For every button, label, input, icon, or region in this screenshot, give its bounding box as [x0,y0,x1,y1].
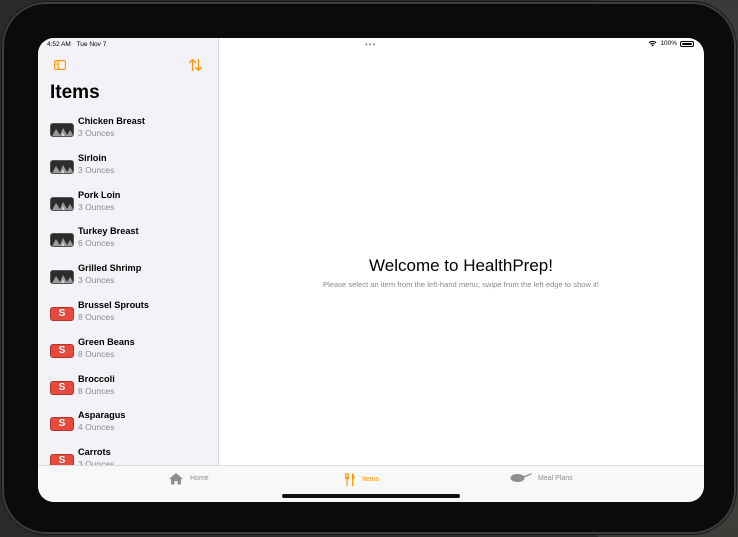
list-item[interactable]: Grilled Shrimp 3 Ounces [38,261,218,298]
sidebar: Items Chicken Breast 3 Ounces Sirloin 3 Oun… [38,38,219,466]
item-name: Green Beans [78,336,135,347]
item-name: Turkey Breast [78,226,139,237]
item-quantity: 8 Ounces [78,311,115,322]
list-item[interactable]: Pork Loin 3 Ounces [38,188,218,225]
meat-thumbnail-icon [50,196,74,211]
item-name: Carrots [78,447,111,458]
list-item[interactable]: Turkey Breast 6 Ounces [38,224,218,261]
welcome-subtitle: Please select an item from the left-hand… [322,280,600,289]
list-item[interactable]: Chicken Breast 3 Ounces [38,114,218,151]
list-item[interactable]: Sirloin 3 Ounces [38,151,218,188]
home-indicator[interactable] [282,494,460,498]
item-quantity: 3 Ounces [78,128,115,138]
app-screen: 4:52 AM Tue Nov 7 ••• 100% Items Chicken… [38,38,704,502]
tab-home[interactable]: Home [168,472,209,485]
list-item[interactable]: S Asparagus 4 Ounces [38,408,218,445]
status-date: Tue Nov 7 [76,41,107,48]
sidebar-toggle-icon[interactable] [54,60,66,70]
item-name: Grilled Shrimp [78,263,142,274]
item-name: Sirloin [78,152,107,163]
item-name: Pork Loin [78,189,121,200]
list-item[interactable]: S Carrots 3 Ounces [38,445,218,466]
item-quantity: 3 Ounces [78,201,115,212]
item-quantity: 3 Ounces [78,275,115,286]
list-item[interactable]: S Brussel Sprouts 8 Ounces [38,298,218,335]
item-name: Asparagus [78,410,126,421]
ipad-frame: 4:52 AM Tue Nov 7 ••• 100% Items Chicken… [2,2,736,534]
item-list: Chicken Breast 3 Ounces Sirloin 3 Ounces Por… [38,114,218,466]
welcome-title: Welcome to HealthPrep! [369,256,553,275]
sort-icon[interactable] [188,58,203,72]
status-bar-right: 100% [648,40,694,47]
multitasking-dots[interactable]: ••• [365,40,376,49]
item-name: Broccoli [78,373,115,384]
item-name: Brussel Sprouts [78,299,149,310]
status-time: 4:52 AM [47,41,71,48]
meat-thumbnail-icon [50,233,74,248]
status-bar-left: 4:52 AM Tue Nov 7 [47,41,110,48]
item-quantity: 6 Ounces [78,238,115,249]
item-quantity: 8 Ounces [78,385,115,396]
tab-items[interactable]: Items [344,472,379,487]
list-item[interactable]: S Broccoli 8 Ounces [38,372,218,409]
fork-knife-icon [345,473,355,486]
veg-badge-icon: S [50,343,74,358]
battery-percent: 100% [660,40,677,47]
veg-badge-icon: S [50,380,74,395]
meat-thumbnail-icon [50,270,74,285]
battery-icon [680,40,694,47]
item-quantity: 3 Ounces [78,164,115,175]
tab-home-label: Home [190,475,209,482]
item-quantity: 4 Ounces [78,422,115,433]
item-quantity: 8 Ounces [78,348,115,359]
veg-badge-icon: S [50,417,74,432]
tab-meal-plans-label: Meal Plans [538,474,573,482]
meat-thumbnail-icon [50,159,74,174]
tab-meal-plans[interactable]: Meal Plans [510,472,573,484]
page-title: Items [50,82,100,103]
house-icon [169,473,183,485]
veg-badge-icon: S [50,306,74,321]
frying-pan-icon [510,473,532,482]
list-item[interactable]: S Green Beans 8 Ounces [38,335,218,372]
item-name: Chicken Breast [78,116,145,126]
wifi-icon [648,40,657,47]
meat-thumbnail-icon [50,123,74,137]
tab-items-label: Items [362,476,380,483]
